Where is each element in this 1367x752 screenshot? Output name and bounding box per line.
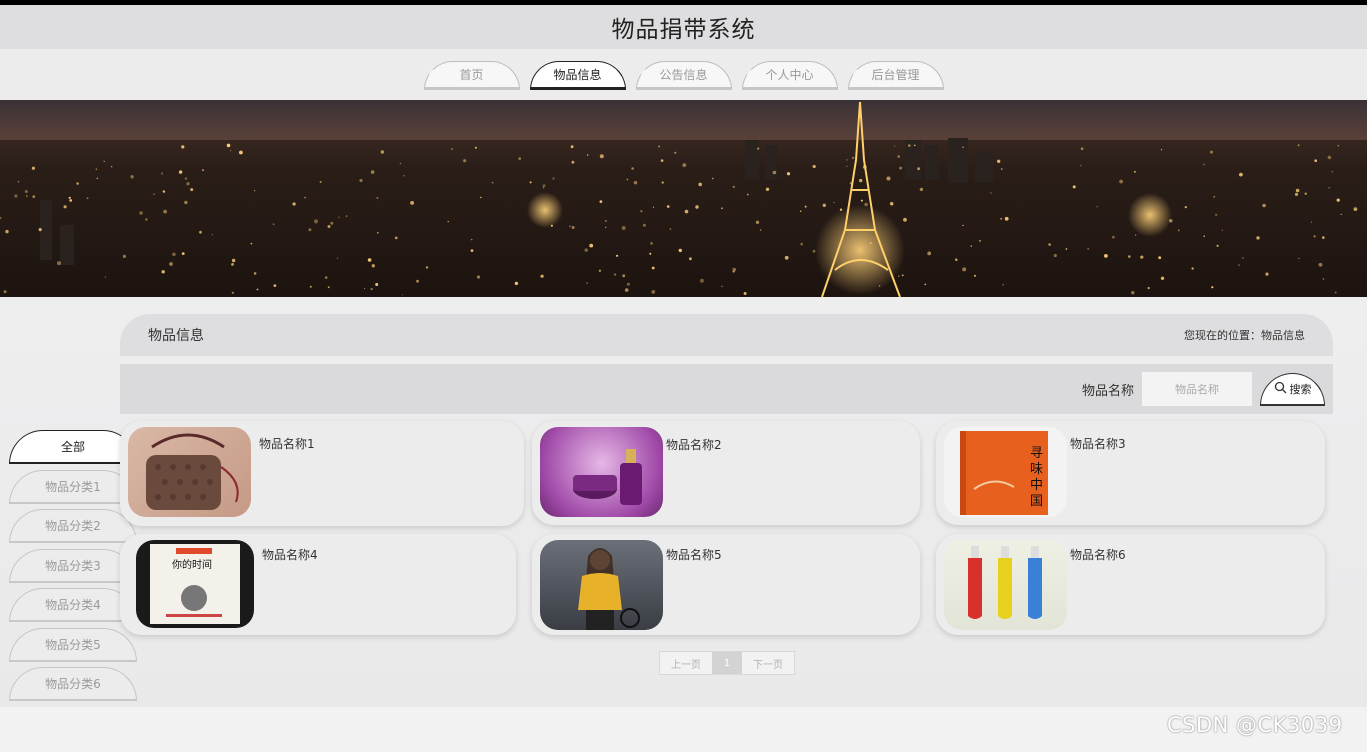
svg-text:中: 中	[1030, 478, 1043, 493]
search-input[interactable]	[1142, 372, 1252, 406]
banner-image	[0, 100, 1367, 297]
item-card[interactable]: 物品名称1	[120, 421, 524, 526]
current-page[interactable]: 1	[712, 652, 742, 674]
category-3[interactable]: 物品分类3	[9, 549, 137, 583]
item-card[interactable]: 寻 味 中 国 物品名称3	[936, 421, 1325, 525]
svg-text:味: 味	[1030, 462, 1043, 477]
site-title: 物品捐带系统	[611, 17, 756, 43]
watermark: CSDN @CK3039	[1167, 713, 1343, 737]
item-name: 物品名称1	[259, 437, 315, 451]
breadcrumb: 您现在的位置：物品信息	[1184, 329, 1305, 342]
nav-item-announcements[interactable]: 公告信息	[635, 61, 732, 90]
item-image-cosmetics	[540, 427, 663, 517]
item-name: 物品名称2	[666, 438, 722, 452]
item-name: 物品名称3	[1070, 437, 1126, 451]
search-label: 物品名称	[1081, 383, 1134, 399]
item-name: 物品名称4	[262, 548, 318, 562]
pagination: 上一页 1 下一页	[659, 651, 795, 675]
nav-item-personal-center[interactable]: 个人中心	[741, 61, 838, 90]
item-name: 物品名称6	[1070, 548, 1126, 562]
svg-text:寻: 寻	[1030, 446, 1043, 461]
item-card[interactable]: 物品名称5	[532, 534, 920, 635]
prev-page-button[interactable]: 上一页	[660, 652, 712, 674]
item-image-book-cover: 你的时间	[136, 540, 254, 628]
category-2[interactable]: 物品分类2	[9, 509, 137, 543]
category-5[interactable]: 物品分类5	[9, 628, 137, 662]
main-nav: 首页 物品信息 公告信息 个人中心 后台管理	[0, 49, 1367, 100]
nav-item-items[interactable]: 物品信息	[529, 61, 626, 90]
category-4[interactable]: 物品分类4	[9, 588, 137, 622]
item-image-woman-yellow-sweater	[540, 540, 663, 630]
search-button-label: 搜索	[1289, 382, 1312, 396]
section-header: 物品信息 您现在的位置：物品信息	[120, 314, 1333, 356]
search-icon	[1274, 381, 1287, 397]
nav-item-home[interactable]: 首页	[423, 61, 520, 90]
site-header: 物品捐带系统	[0, 5, 1367, 49]
svg-text:你的时间: 你的时间	[172, 558, 212, 571]
footer-area	[0, 707, 1367, 752]
item-image-handbag	[128, 427, 251, 517]
search-button[interactable]: 搜索	[1260, 372, 1325, 406]
nav-item-admin[interactable]: 后台管理	[847, 61, 944, 90]
item-image-drink-bottles	[944, 540, 1067, 630]
item-name: 物品名称5	[666, 548, 722, 562]
category-all[interactable]: 全部	[9, 430, 137, 464]
item-card[interactable]: 物品名称2	[532, 421, 920, 525]
category-1[interactable]: 物品分类1	[9, 470, 137, 504]
next-page-button[interactable]: 下一页	[742, 652, 794, 674]
category-6[interactable]: 物品分类6	[9, 667, 137, 701]
svg-text:国: 国	[1030, 494, 1043, 509]
item-card[interactable]: 你的时间 物品名称4	[120, 534, 516, 635]
item-card[interactable]: 物品名称6	[936, 534, 1325, 635]
section-title: 物品信息	[148, 328, 204, 344]
search-bar: 物品名称 搜索	[120, 364, 1333, 414]
item-image-orange-book: 寻 味 中 国	[944, 427, 1067, 517]
